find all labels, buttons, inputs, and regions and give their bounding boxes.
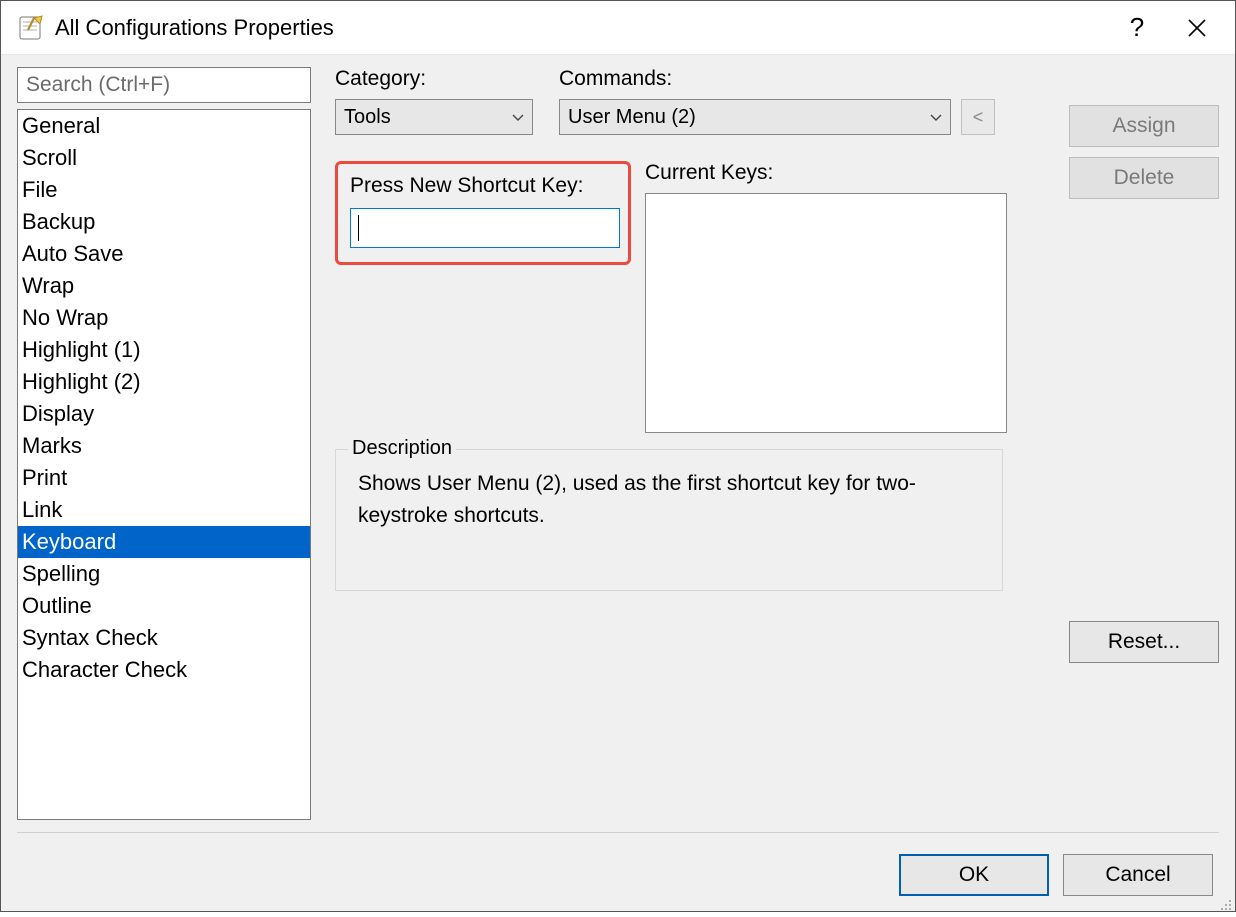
sidebar-item[interactable]: Highlight (1) [18,334,310,366]
separator [17,832,1219,833]
settings-category-list[interactable]: GeneralScrollFileBackupAuto SaveWrapNo W… [17,109,311,820]
description-legend: Description [348,437,456,460]
category-dropdown-value: Tools [344,106,512,129]
sidebar-item[interactable]: Backup [18,206,310,238]
shortcut-key-input[interactable] [350,208,620,248]
commands-dropdown-value: User Menu (2) [568,106,930,129]
help-button[interactable]: ? [1107,4,1167,52]
chevron-down-icon [512,109,524,125]
sidebar-item[interactable]: Link [18,494,310,526]
sidebar-item[interactable]: File [18,174,310,206]
sidebar-item[interactable]: Spelling [18,558,310,590]
reset-button[interactable]: Reset... [1069,621,1219,663]
app-notepad-icon [17,14,45,42]
sidebar-item[interactable]: Print [18,462,310,494]
sidebar-item[interactable]: Wrap [18,270,310,302]
sidebar-item[interactable]: Display [18,398,310,430]
description-group: Description Shows User Menu (2), used as… [335,449,1003,591]
press-new-shortcut-highlight: Press New Shortcut Key: [335,161,631,265]
back-button[interactable]: < [961,99,995,135]
category-dropdown[interactable]: Tools [335,99,533,135]
title-bar: All Configurations Properties ? [1,1,1235,55]
cancel-button[interactable]: Cancel [1063,854,1213,896]
window-title: All Configurations Properties [55,15,334,41]
resize-grip-icon[interactable] [1218,894,1232,908]
sidebar-item[interactable]: Keyboard [18,526,310,558]
dialog-window: All Configurations Properties ? GeneralS… [0,0,1236,912]
assign-button[interactable]: Assign [1069,105,1219,147]
search-input[interactable] [17,67,311,103]
sidebar-item[interactable]: Outline [18,590,310,622]
dialog-body: GeneralScrollFileBackupAuto SaveWrapNo W… [1,55,1235,911]
ok-button[interactable]: OK [899,854,1049,896]
commands-label: Commands: [559,67,1219,91]
delete-button[interactable]: Delete [1069,157,1219,199]
press-new-shortcut-label: Press New Shortcut Key: [350,174,616,198]
current-keys-listbox[interactable] [645,193,1007,433]
sidebar-item[interactable]: Marks [18,430,310,462]
text-cursor-icon [358,215,359,241]
sidebar-item[interactable]: Syntax Check [18,622,310,654]
sidebar-item[interactable]: General [18,110,310,142]
sidebar-item[interactable]: Character Check [18,654,310,686]
current-keys-label: Current Keys: [645,161,1007,185]
commands-dropdown[interactable]: User Menu (2) [559,99,951,135]
close-button[interactable] [1167,4,1227,52]
sidebar-item[interactable]: Scroll [18,142,310,174]
chevron-down-icon [930,109,942,125]
close-icon [1188,19,1206,37]
description-text: Shows User Menu (2), used as the first s… [358,468,982,568]
sidebar-item[interactable]: No Wrap [18,302,310,334]
dialog-footer: OK Cancel [17,845,1219,905]
sidebar-item[interactable]: Highlight (2) [18,366,310,398]
category-label: Category: [335,67,545,91]
sidebar-item[interactable]: Auto Save [18,238,310,270]
